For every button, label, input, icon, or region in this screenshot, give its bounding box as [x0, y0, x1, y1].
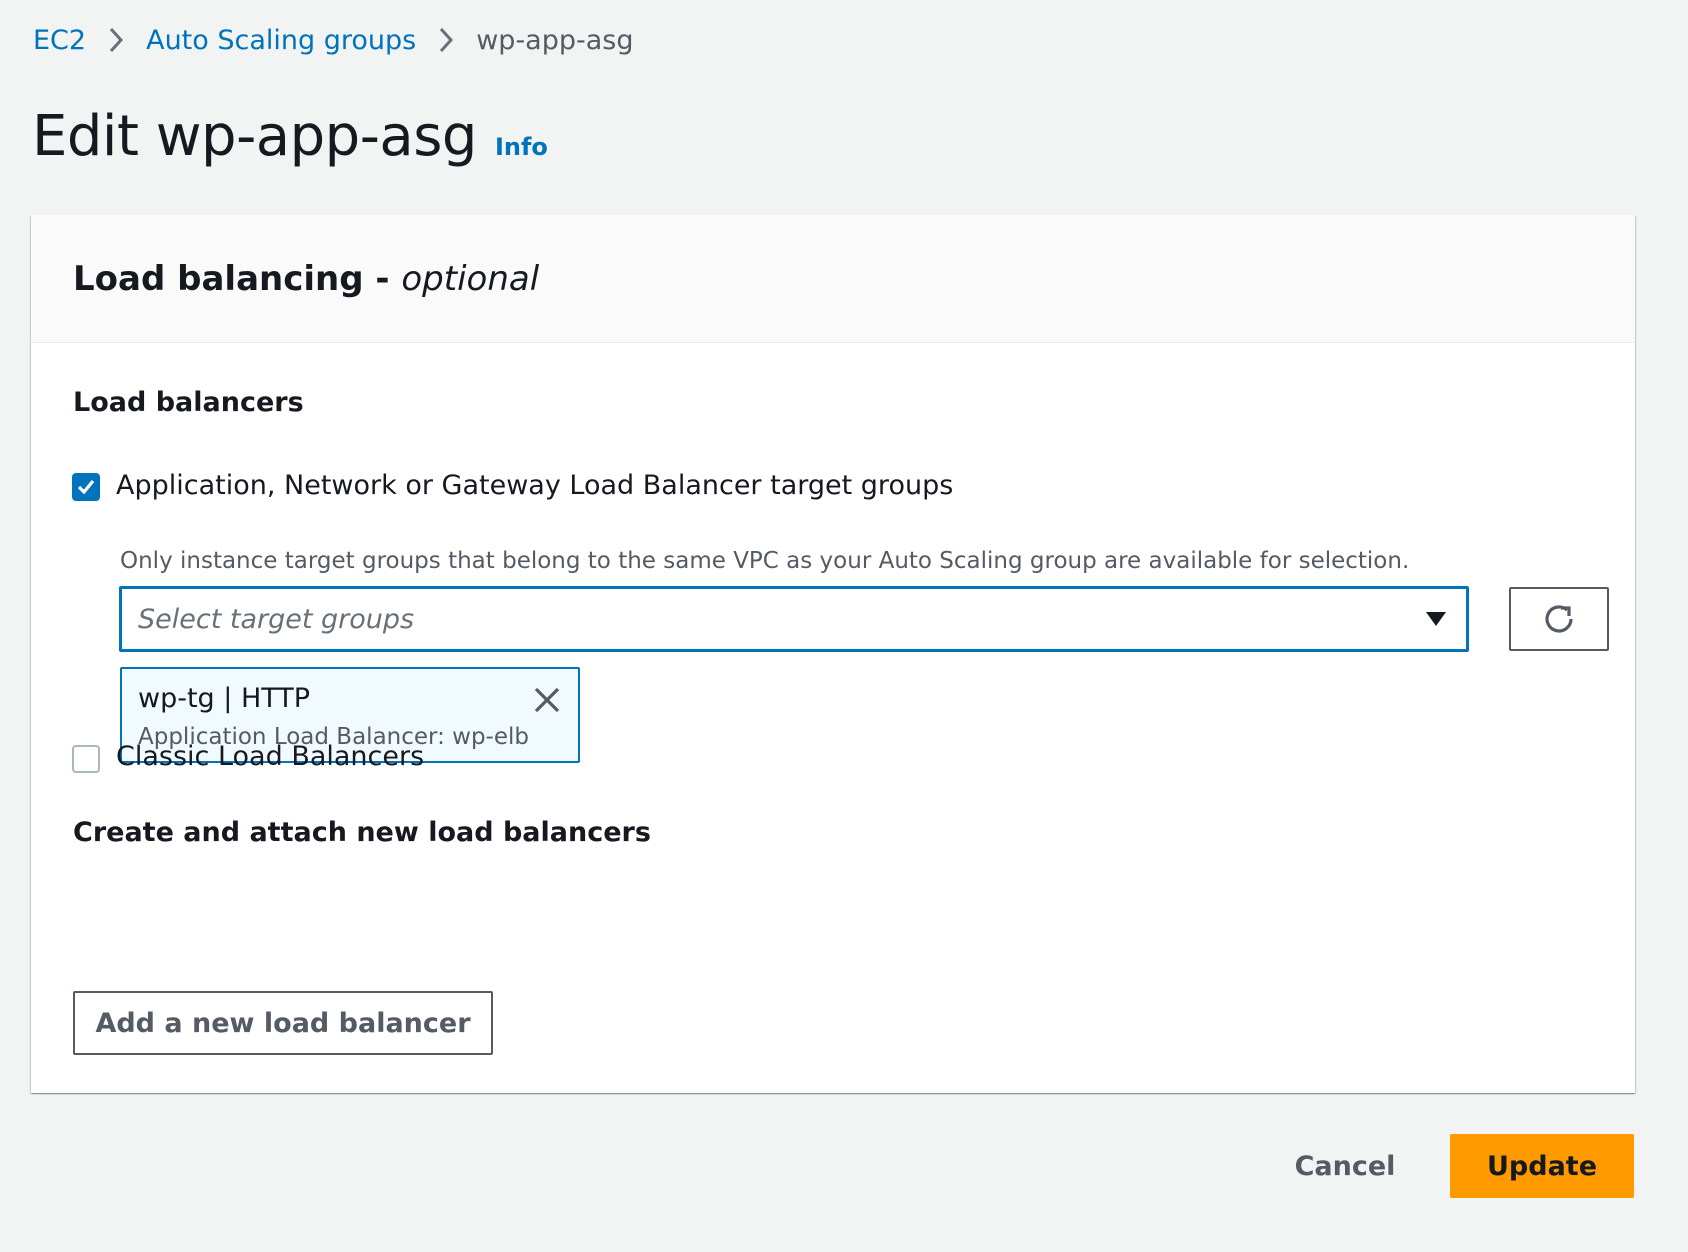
update-button[interactable]: Update [1450, 1134, 1634, 1198]
breadcrumb-ec2[interactable]: EC2 [33, 25, 86, 56]
breadcrumb: EC2 Auto Scaling groups wp-app-asg [33, 22, 634, 58]
chevron-right-icon [86, 22, 146, 58]
breadcrumb-current: wp-app-asg [476, 24, 634, 56]
info-link[interactable]: Info [495, 133, 548, 161]
target-groups-select[interactable]: Select target groups [119, 586, 1469, 652]
load-balancers-label: Load balancers [73, 387, 304, 418]
remove-token-button[interactable] [530, 683, 564, 717]
target-groups-label[interactable]: Application, Network or Gateway Load Bal… [116, 470, 953, 501]
caret-down-icon [1406, 611, 1466, 627]
breadcrumb-auto-scaling-groups[interactable]: Auto Scaling groups [146, 25, 416, 56]
token-title: wp-tg | HTTP [138, 683, 311, 714]
classic-lb-label[interactable]: Classic Load Balancers [116, 741, 424, 772]
page-title: Edit wp-app-asg [32, 104, 477, 169]
cancel-button[interactable]: Cancel [1290, 1134, 1400, 1198]
classic-lb-checkbox[interactable] [72, 745, 100, 773]
refresh-button[interactable] [1509, 587, 1609, 651]
target-groups-checkbox[interactable] [72, 473, 100, 501]
add-load-balancer-button[interactable]: Add a new load balancer [73, 991, 493, 1055]
load-balancing-panel: Load balancing - optional Load balancers… [31, 215, 1635, 1093]
refresh-icon [1545, 605, 1573, 633]
chevron-right-icon [416, 22, 476, 58]
page-header: Edit wp-app-asg Info [32, 104, 548, 169]
panel-title-optional: optional [401, 258, 540, 299]
create-attach-label: Create and attach new load balancers [73, 817, 651, 848]
checkmark-icon [77, 479, 95, 495]
panel-header: Load balancing - optional [31, 215, 1635, 343]
target-groups-select-placeholder: Select target groups [138, 603, 415, 635]
target-groups-description: Only instance target groups that belong … [120, 548, 1410, 574]
close-icon [534, 687, 560, 713]
panel-title: Load balancing - optional [73, 259, 539, 299]
panel-title-main: Load balancing - [73, 258, 402, 299]
